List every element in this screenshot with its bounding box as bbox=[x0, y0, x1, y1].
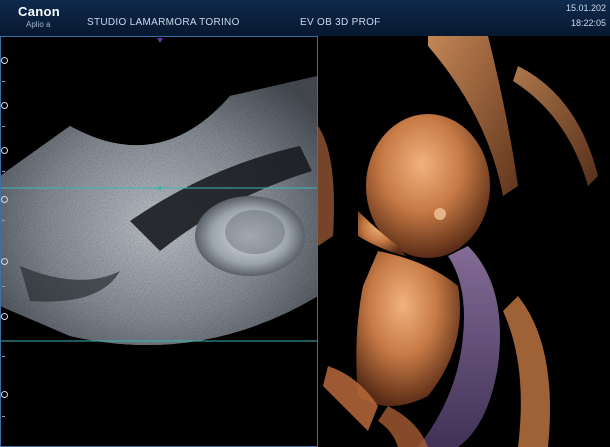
fetal-torso bbox=[356, 251, 460, 406]
brand-logo: Canon bbox=[18, 4, 60, 19]
depth-minor-tick bbox=[2, 126, 5, 127]
render-3d-view[interactable] bbox=[318, 36, 610, 447]
view-frame bbox=[0, 36, 318, 447]
depth-minor-tick bbox=[2, 356, 5, 357]
exam-date: 15.01.202 bbox=[565, 3, 606, 13]
depth-tick bbox=[1, 391, 8, 398]
institution-name: STUDIO LAMARMORA TORINO bbox=[87, 17, 240, 28]
exam-time: 18:22:05 bbox=[570, 18, 606, 28]
uterine-wall bbox=[513, 66, 598, 186]
header-bar: Canon Aplio a STUDIO LAMARMORA TORINO EV… bbox=[0, 0, 610, 37]
depth-tick bbox=[1, 258, 8, 265]
fetal-ear bbox=[434, 208, 446, 220]
depth-minor-tick bbox=[2, 81, 5, 82]
depth-tick bbox=[1, 102, 8, 109]
exam-preset: EV OB 3D PROF bbox=[300, 17, 381, 28]
depth-tick bbox=[1, 147, 8, 154]
device-model: Aplio a bbox=[26, 20, 51, 29]
fetus-3d-render bbox=[318, 36, 598, 447]
depth-minor-tick bbox=[2, 220, 5, 221]
uterine-wall bbox=[503, 296, 550, 447]
depth-minor-tick bbox=[2, 286, 5, 287]
fetal-limb bbox=[378, 406, 428, 447]
depth-tick bbox=[1, 57, 8, 64]
uterine-wall bbox=[318, 126, 334, 246]
depth-tick bbox=[1, 313, 8, 320]
mpr-2d-view[interactable] bbox=[0, 36, 318, 447]
depth-minor-tick bbox=[2, 171, 5, 172]
depth-tick bbox=[1, 196, 8, 203]
depth-minor-tick bbox=[2, 416, 5, 417]
